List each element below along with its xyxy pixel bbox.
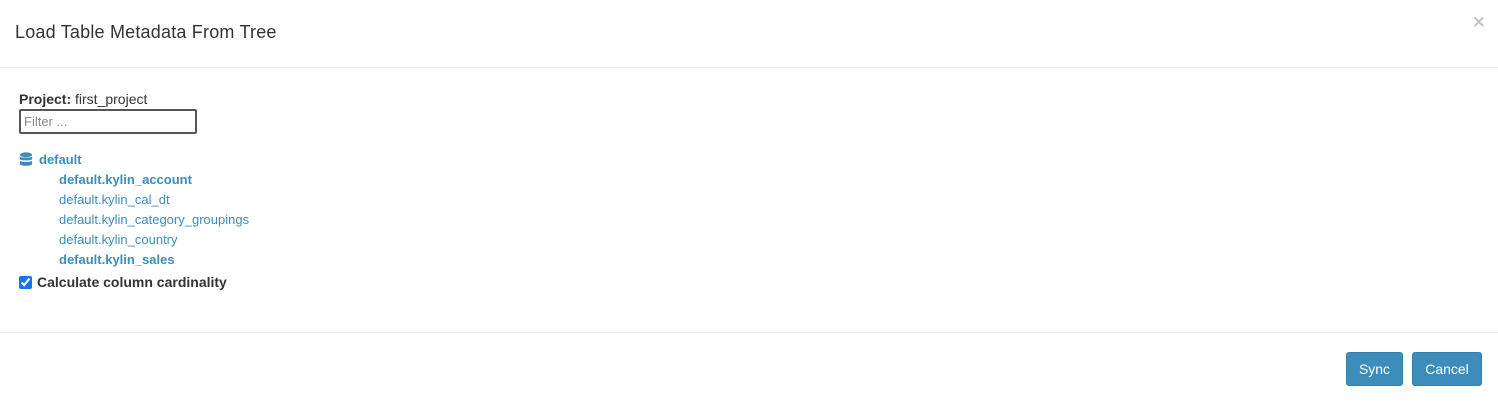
- load-table-metadata-dialog: Load Table Metadata From Tree × Project:…: [0, 0, 1498, 406]
- project-name: first_project: [75, 91, 148, 107]
- dialog-header: Load Table Metadata From Tree ×: [0, 0, 1498, 68]
- cardinality-option[interactable]: Calculate column cardinality: [19, 274, 227, 290]
- database-icon: [19, 151, 33, 166]
- filter-input[interactable]: [19, 109, 197, 134]
- dialog-title: Load Table Metadata From Tree: [15, 22, 277, 42]
- tree-item-table[interactable]: default.kylin_sales: [59, 250, 249, 270]
- project-line: Project: first_project: [19, 91, 147, 107]
- close-button[interactable]: ×: [1472, 10, 1486, 34]
- cancel-button[interactable]: Cancel: [1412, 352, 1482, 386]
- dialog-footer: Sync Cancel: [0, 332, 1498, 406]
- project-label: Project:: [19, 91, 72, 107]
- tree-item-table[interactable]: default.kylin_account: [59, 170, 249, 190]
- tree-item-table[interactable]: default.kylin_category_groupings: [59, 210, 249, 230]
- cardinality-checkbox[interactable]: [19, 275, 32, 289]
- tree-item-table[interactable]: default.kylin_country: [59, 230, 249, 250]
- cardinality-label: Calculate column cardinality: [37, 274, 227, 290]
- tree-root-label: default: [39, 151, 82, 167]
- table-tree: default default.kylin_account default.kyl…: [19, 150, 249, 270]
- sync-button[interactable]: Sync: [1346, 352, 1403, 386]
- dialog-body: Project: first_project default default.k…: [0, 68, 1498, 332]
- tree-children: default.kylin_account default.kylin_cal_d…: [59, 170, 249, 270]
- tree-node-default[interactable]: default: [19, 150, 249, 168]
- tree-item-table[interactable]: default.kylin_cal_dt: [59, 190, 249, 210]
